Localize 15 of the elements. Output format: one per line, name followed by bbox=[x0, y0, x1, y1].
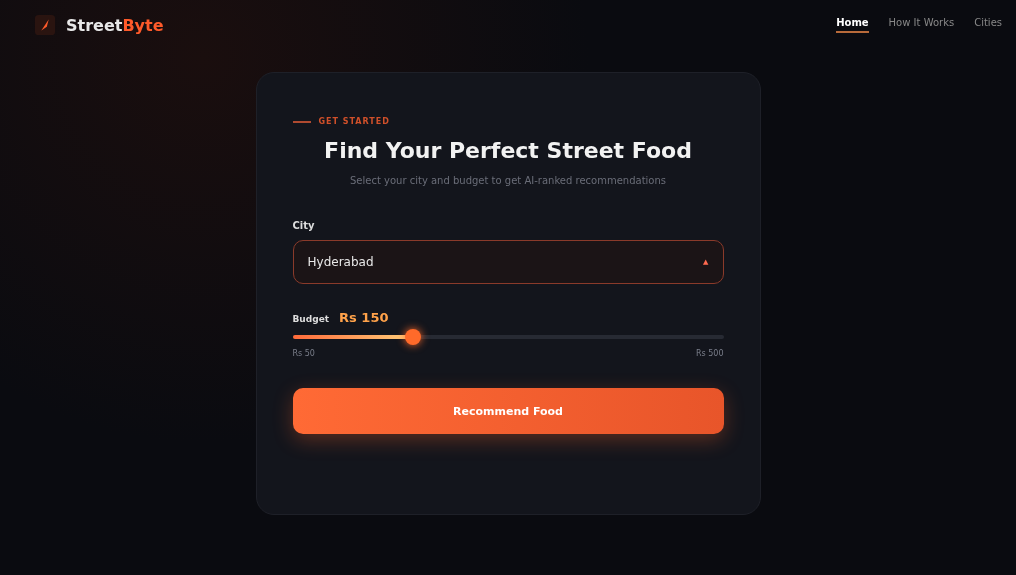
field-label: City bbox=[292, 220, 316, 231]
brand-name[interactable]: StreetByte bbox=[66, 15, 164, 35]
field-label: Budget bbox=[292, 314, 330, 324]
logo-icon bbox=[34, 14, 56, 36]
min-label: Rs 50 bbox=[292, 349, 315, 358]
budget-value: Rs 150 bbox=[339, 310, 389, 325]
slider-handle[interactable] bbox=[405, 329, 422, 345]
nav-link[interactable]: Home bbox=[836, 17, 869, 33]
form-title: Find Your Perfect Street Food bbox=[323, 138, 693, 163]
eyebrow-label: GET STARTED bbox=[318, 117, 390, 126]
budget-slider[interactable] bbox=[292, 329, 724, 345]
nav-link[interactable]: Cities bbox=[974, 17, 1002, 33]
max-label: Rs 500 bbox=[695, 349, 724, 358]
form-subtitle: Select your city and budget to get AI-ranked recommendations bbox=[349, 175, 667, 186]
nav-link[interactable]: How It Works bbox=[888, 17, 955, 33]
